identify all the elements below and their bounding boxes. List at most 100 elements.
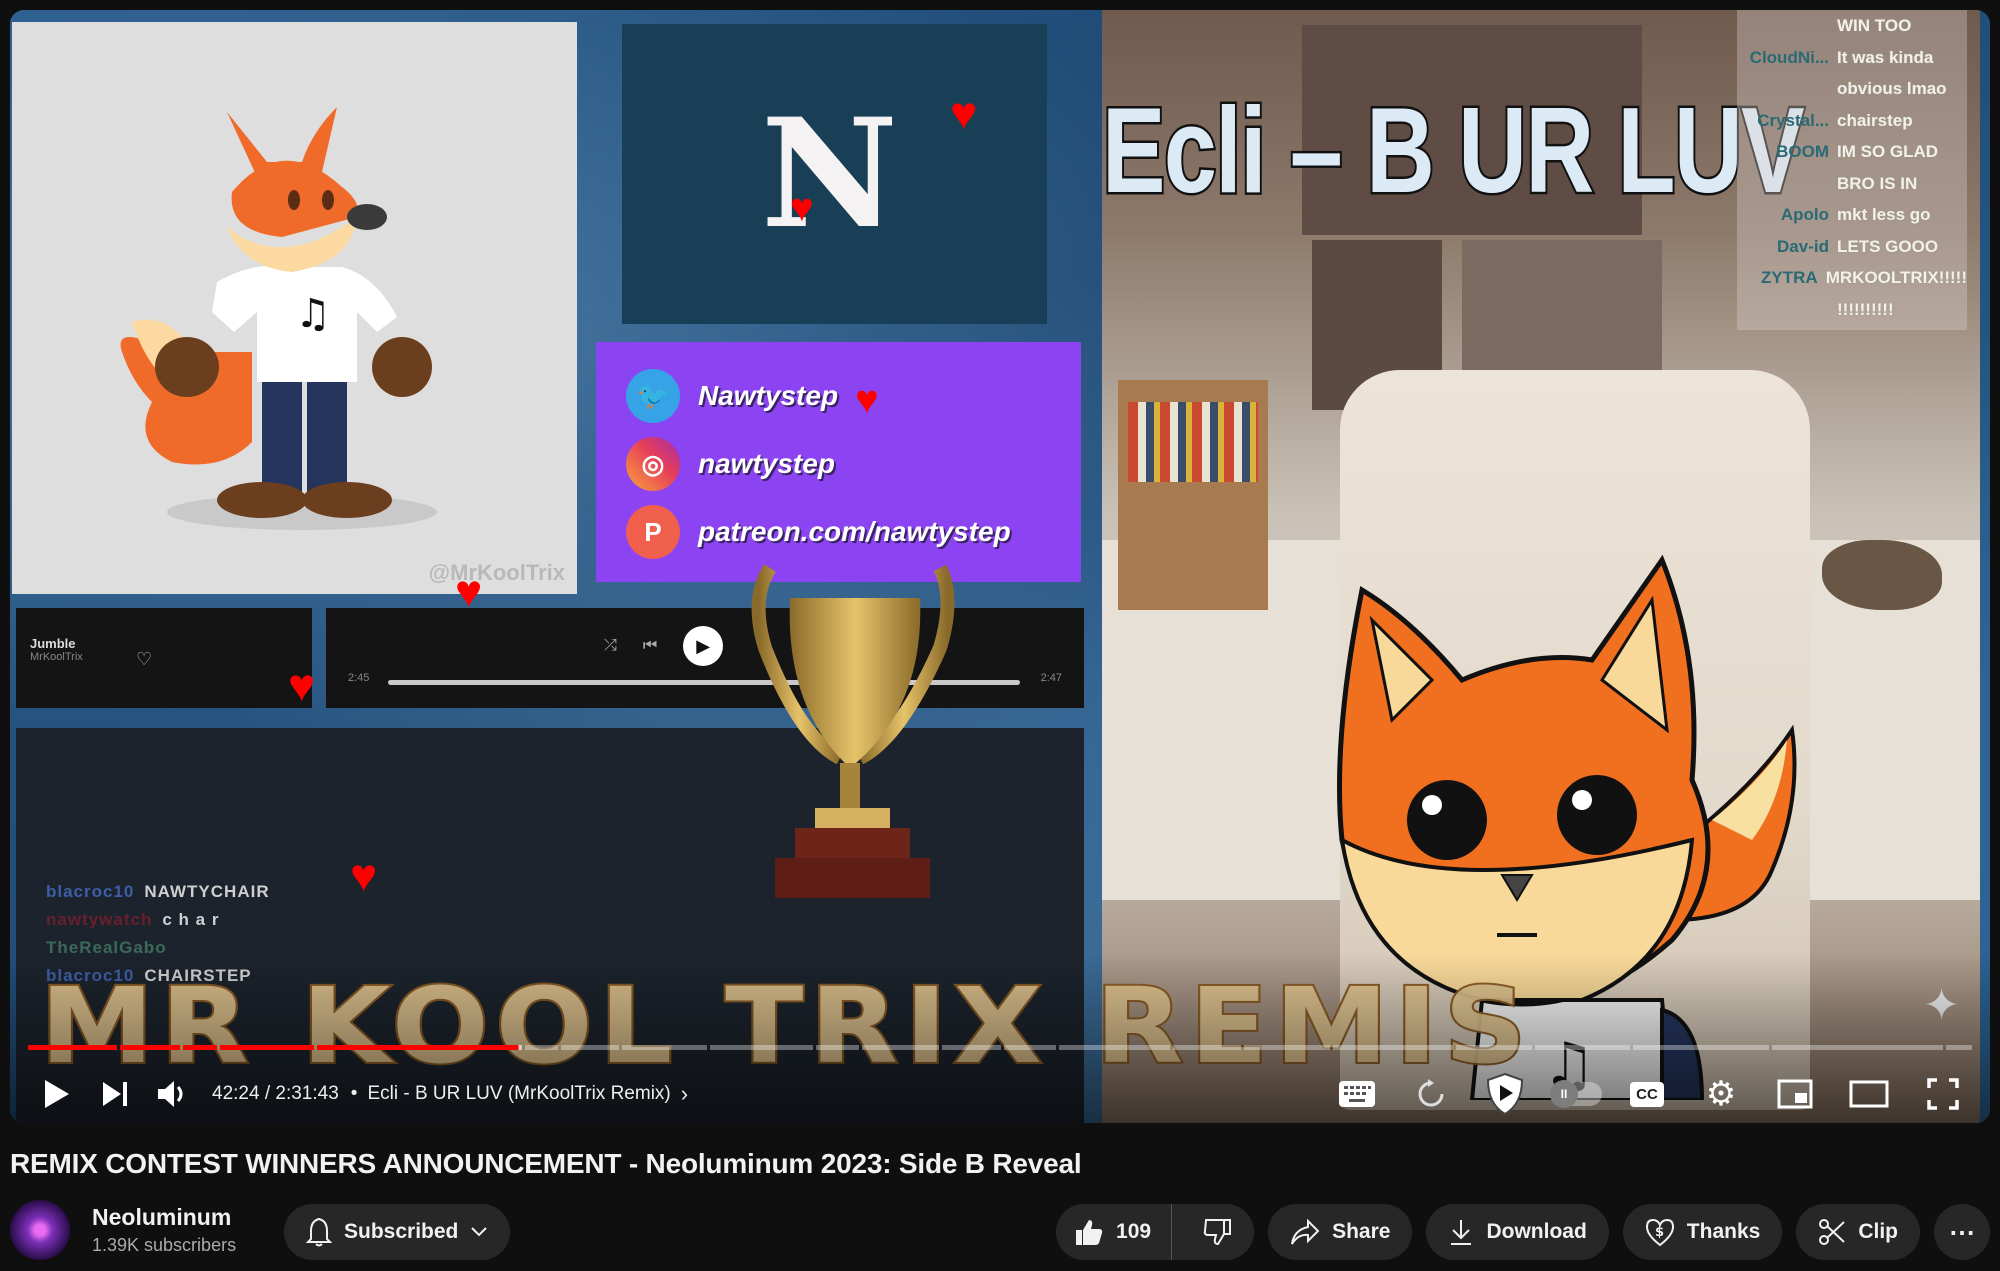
progress-chapter-segment[interactable] [525, 1045, 558, 1050]
chat-user [1737, 10, 1837, 42]
social-text: Nawtystep [698, 380, 839, 411]
fox-watermark: @MrKoolTrix [428, 560, 565, 585]
more-actions-button[interactable]: ⋯ [1934, 1204, 1990, 1260]
progress-chapter-segment[interactable] [1058, 1045, 1170, 1050]
keyboard-button[interactable] [1328, 1070, 1386, 1118]
thumbs-up-icon [1076, 1220, 1103, 1245]
progress-bar[interactable] [28, 1045, 1972, 1050]
dislike-button[interactable] [1184, 1204, 1254, 1260]
svg-text:♫: ♫ [295, 291, 331, 337]
replay-icon [1418, 1079, 1444, 1107]
miniplayer-button[interactable] [1766, 1070, 1824, 1118]
progress-chapter-segment[interactable] [28, 1045, 117, 1050]
chat-line: CloudNi... It was kinda [1737, 42, 1967, 74]
right-controls: II CC ⚙ [1328, 1070, 1972, 1118]
bell-icon [306, 1217, 332, 1247]
fox-art-panel: ♫ @MrKoolTrix [12, 22, 577, 594]
heart-outline-icon: ♡ [136, 649, 153, 669]
chat-line: ZYTRA MRKOOLTRIX!!!!! [1737, 262, 1967, 294]
progress-chapter-segment[interactable] [621, 1045, 708, 1050]
settings-button[interactable]: ⚙ [1692, 1070, 1750, 1118]
chat-line: BRO IS IN [1737, 168, 1967, 200]
chat-user: blacroc10 [46, 882, 135, 901]
chat-line: Crystal... chairstep [1737, 105, 1967, 137]
chat-message: IM SO GLAD [1837, 142, 1939, 161]
heart-icon: ♥ [455, 565, 483, 617]
progress-chapter-segment[interactable] [861, 1045, 939, 1050]
social-row-instagram: ◎ nawtystep [626, 430, 1051, 498]
chat-user: BOOM [1776, 142, 1829, 161]
download-icon [1451, 1220, 1472, 1245]
chat-user [1737, 73, 1837, 105]
channel-avatar[interactable] [10, 1200, 70, 1260]
chat-user: Dav-id [1777, 236, 1829, 256]
autoplay-toggle[interactable]: II [1550, 1080, 1602, 1108]
replay-button[interactable] [1402, 1070, 1460, 1118]
fullscreen-button[interactable] [1914, 1070, 1972, 1118]
clip-label: Clip [1858, 1220, 1898, 1243]
like-button[interactable]: 109 [1056, 1204, 1173, 1260]
channel-name[interactable]: Neoluminum [92, 1204, 236, 1231]
pillow [1822, 540, 1942, 610]
volume-button[interactable] [144, 1070, 202, 1118]
shield-play-icon [1486, 1072, 1524, 1116]
music-time-current: 2:45 [348, 672, 370, 684]
play-circle-icon: ▶ [683, 626, 724, 666]
theater-mode-icon [1849, 1080, 1889, 1108]
chat-message: c h a r [162, 910, 220, 929]
video-title: REMIX CONTEST WINNERS ANNOUNCEMENT - Neo… [10, 1148, 1082, 1179]
like-dislike-group: 109 [1056, 1204, 1255, 1260]
video-player[interactable]: ♫ @MrKoolTrix N 🐦 Nawtystep ◎ nawtystep … [10, 10, 1990, 1123]
chat-user [1737, 294, 1837, 326]
download-label: Download [1486, 1220, 1587, 1243]
progress-chapter-segment[interactable] [1244, 1045, 1330, 1050]
track-name: Jumble [30, 636, 76, 651]
heart-icon: ♥ [350, 849, 378, 901]
progress-chapter-segment[interactable] [1946, 1045, 1972, 1050]
stream-chat-right: WIN TOO CloudNi... It was kinda obvious l… [1737, 10, 1967, 330]
share-button[interactable]: Share [1268, 1204, 1413, 1260]
volume-icon [158, 1081, 183, 1107]
social-text: nawtystep [698, 448, 835, 479]
like-count: 109 [1116, 1220, 1152, 1243]
chat-line: WIN TOO [1737, 10, 1967, 42]
heart-icon: ♥ [790, 186, 814, 230]
chat-line: BOOM IM SO GLAD [1737, 136, 1967, 168]
music-player-controls: ⤮ ⏮ ▶ 2:45 2:47 [326, 608, 1084, 708]
time-display: 42:24 / 2:31:43 [212, 1083, 339, 1104]
progress-chapter-segment[interactable] [317, 1045, 523, 1050]
progress-chapter-segment[interactable] [1535, 1045, 1630, 1050]
play-button[interactable] [28, 1070, 86, 1118]
chevron-right-icon: › [680, 1081, 689, 1106]
progress-chapter-segment[interactable] [219, 1045, 315, 1050]
chapter-button[interactable]: • Ecli - B UR LUV (MrKoolTrix Remix) › [351, 1081, 688, 1107]
chat-message: It was kinda [1837, 47, 1934, 67]
clip-button[interactable]: Clip [1796, 1204, 1920, 1260]
progress-chapter-segment[interactable] [1172, 1045, 1242, 1050]
progress-chapter-segment[interactable] [815, 1045, 859, 1050]
shield-play-button[interactable] [1476, 1070, 1534, 1118]
chat-message: LETS GOOO [1837, 236, 1939, 256]
progress-chapter-segment[interactable] [1332, 1045, 1453, 1050]
progress-chapter-segment[interactable] [182, 1045, 217, 1050]
progress-chapter-segment[interactable] [1004, 1045, 1056, 1050]
captions-button[interactable]: CC [1618, 1070, 1676, 1118]
progress-chapter-segment[interactable] [1632, 1045, 1770, 1050]
chat-message: NAWTYCHAIR [144, 882, 270, 901]
socials-panel: 🐦 Nawtystep ◎ nawtystep P patreon.com/na… [596, 342, 1081, 582]
chat-user [1737, 168, 1837, 200]
subscribed-button[interactable]: Subscribed [284, 1204, 511, 1260]
next-button[interactable] [86, 1070, 144, 1118]
heart-icon: ♥ [288, 659, 316, 711]
progress-chapter-segment[interactable] [1772, 1045, 1944, 1050]
theater-button[interactable] [1840, 1070, 1898, 1118]
progress-chapter-segment[interactable] [710, 1045, 813, 1050]
chat-message: !!!!!!!!!! [1837, 299, 1894, 319]
progress-chapter-segment[interactable] [119, 1045, 180, 1050]
progress-chapter-segment[interactable] [1455, 1045, 1533, 1050]
progress-chapter-segment[interactable] [941, 1045, 1002, 1050]
progress-chapter-segment[interactable] [560, 1045, 619, 1050]
download-button[interactable]: Download [1426, 1204, 1609, 1260]
chat-user: Apolo [1780, 205, 1829, 224]
thanks-button[interactable]: $ Thanks [1622, 1204, 1783, 1260]
